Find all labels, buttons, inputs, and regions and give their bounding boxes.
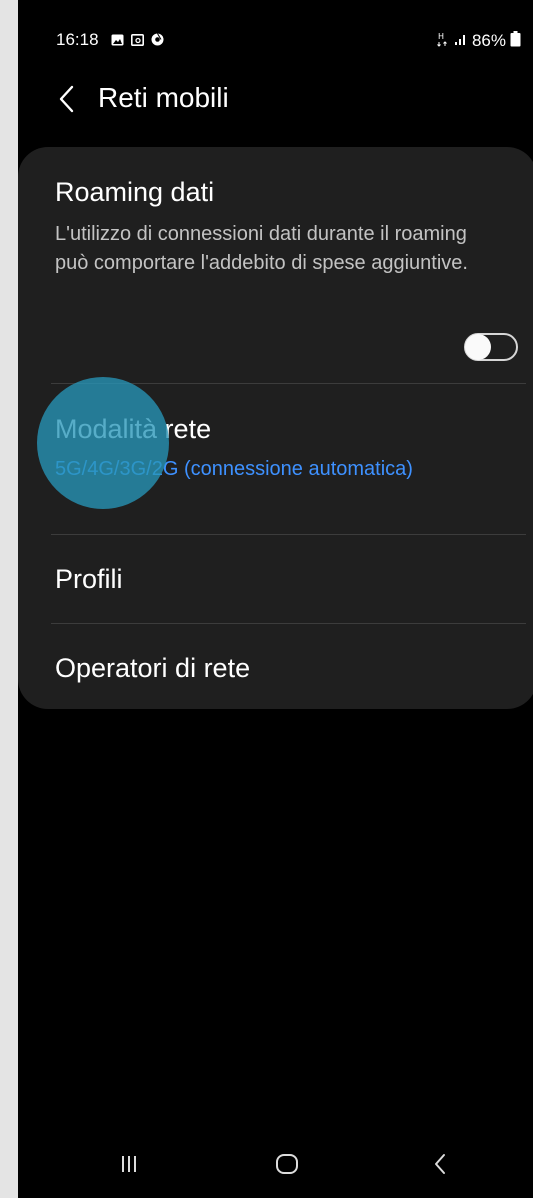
profiles-title: Profili bbox=[55, 564, 123, 594]
page-title: Reti mobili bbox=[98, 82, 229, 113]
roaming-data-row[interactable]: Roaming dati L'utilizzo di connessioni d… bbox=[18, 147, 533, 383]
back-button[interactable] bbox=[401, 1130, 481, 1198]
chrome-icon bbox=[151, 33, 164, 46]
network-mode-title: Modalità rete bbox=[55, 414, 212, 444]
home-icon bbox=[276, 1154, 298, 1174]
battery-percent: 86% bbox=[471, 31, 506, 50]
roaming-data-title: Roaming dati bbox=[55, 177, 215, 207]
recent-apps-icon bbox=[122, 1156, 136, 1172]
roaming-toggle[interactable] bbox=[464, 333, 518, 361]
screenshot-icon bbox=[131, 33, 144, 46]
signal-icon bbox=[454, 31, 468, 51]
network-type-icon: H bbox=[436, 30, 450, 52]
network-mode-row[interactable]: Modalità rete 5G/4G/3G/2G (connessione a… bbox=[18, 384, 533, 534]
back-icon bbox=[435, 1154, 445, 1174]
app-header: Reti mobili bbox=[18, 72, 533, 128]
navigation-bar bbox=[18, 1130, 533, 1198]
status-time: 16:18 bbox=[56, 30, 99, 49]
network-operators-title: Operatori di rete bbox=[55, 653, 251, 683]
recent-apps-button[interactable] bbox=[89, 1130, 169, 1198]
battery-icon bbox=[510, 30, 521, 52]
settings-card: Roaming dati L'utilizzo di connessioni d… bbox=[18, 147, 533, 709]
status-right: H 86% bbox=[436, 30, 521, 52]
network-mode-value: 5G/4G/3G/2G (connessione automatica) bbox=[55, 458, 413, 480]
status-bar: 16:18 H 86% bbox=[18, 0, 533, 80]
toggle-knob bbox=[465, 334, 491, 360]
home-button[interactable] bbox=[247, 1130, 327, 1198]
network-type-label: H bbox=[438, 32, 444, 41]
notification-icons bbox=[111, 33, 164, 46]
back-arrow-icon[interactable] bbox=[56, 84, 78, 114]
phone-screen: 16:18 H 86% Reti mobili Roaming dati L'u… bbox=[18, 0, 533, 1198]
gallery-icon bbox=[111, 33, 124, 46]
profiles-row[interactable]: Profili bbox=[18, 535, 533, 623]
network-operators-row[interactable]: Operatori di rete bbox=[18, 624, 533, 709]
roaming-data-description: L'utilizzo di connessioni dati durante i… bbox=[55, 223, 468, 274]
